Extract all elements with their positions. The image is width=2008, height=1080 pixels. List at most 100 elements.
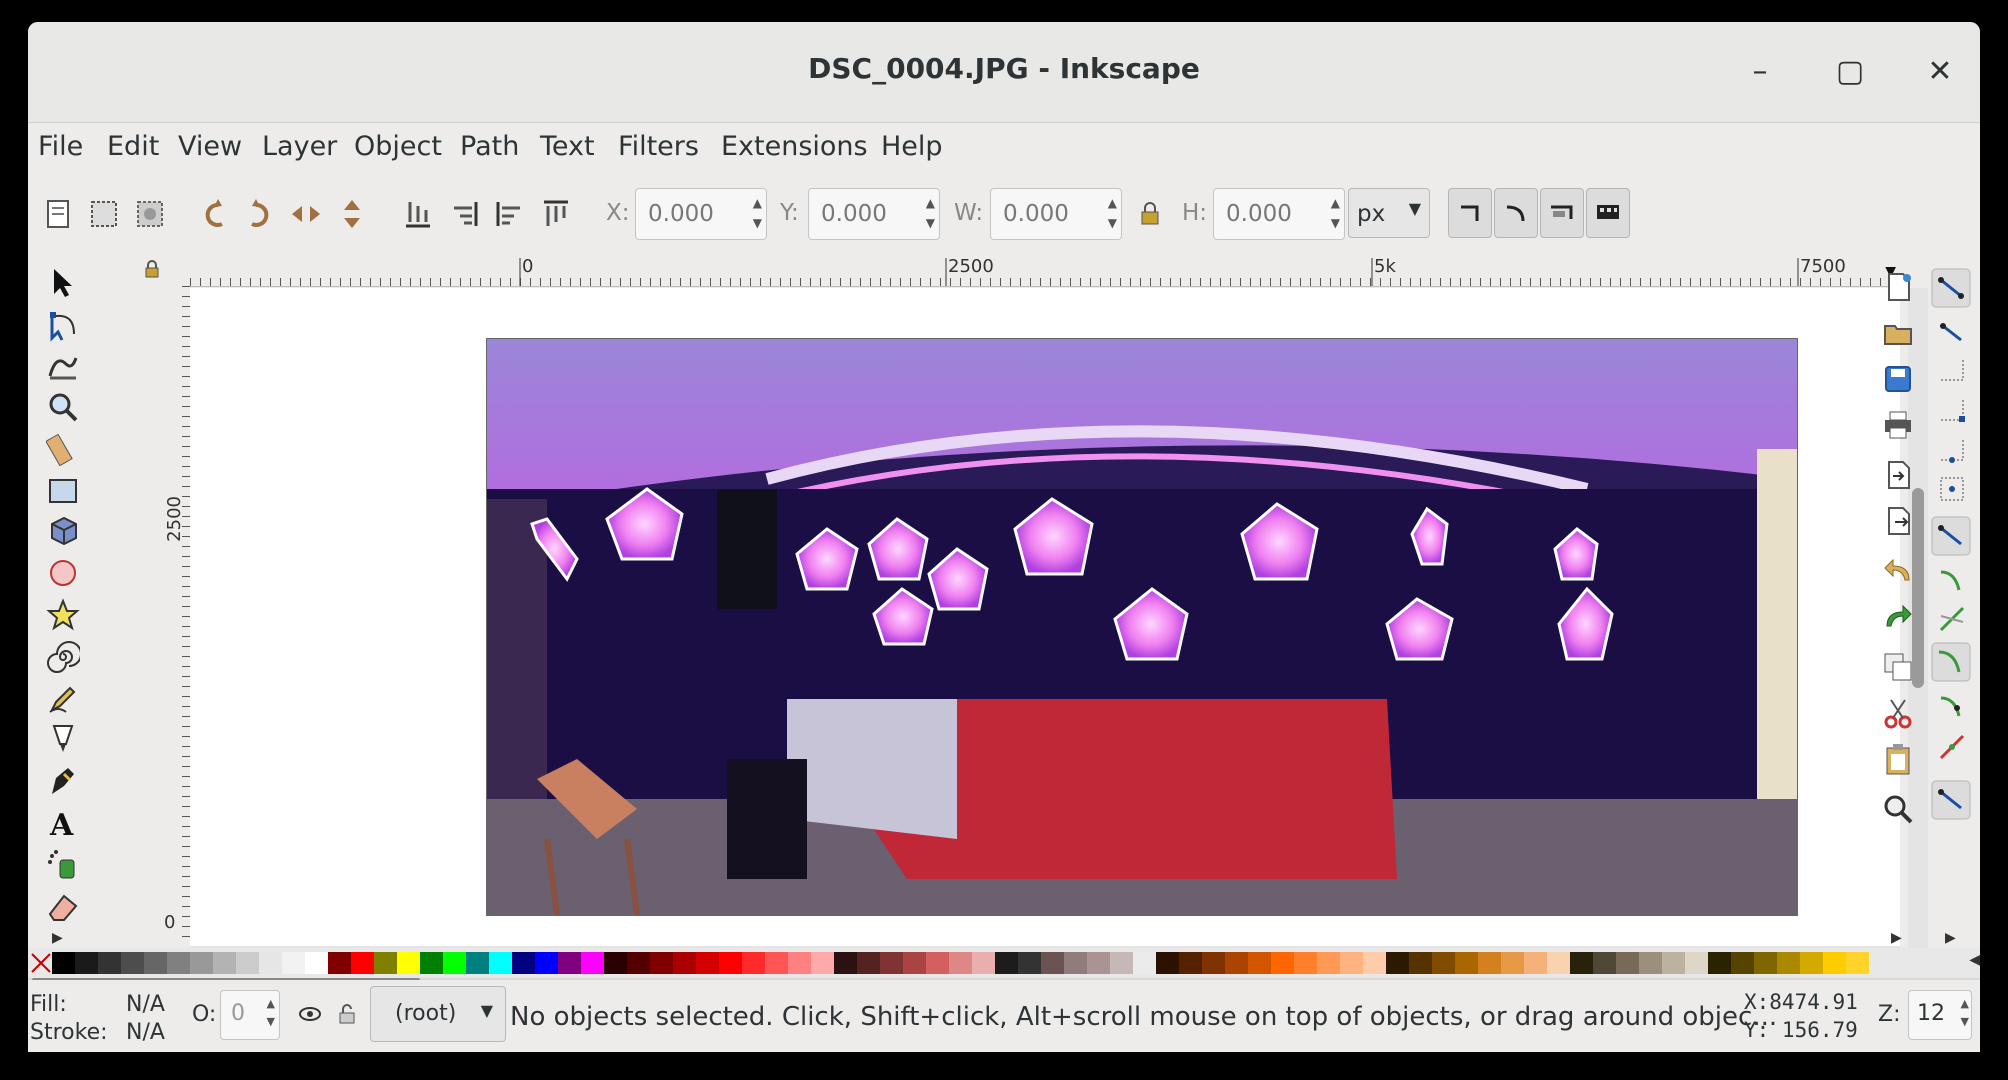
palette-swatch[interactable] <box>1800 952 1823 974</box>
palette-swatch[interactable] <box>788 952 811 974</box>
palette-swatch[interactable] <box>1409 952 1432 974</box>
transform-gradients-button[interactable] <box>1540 188 1584 238</box>
palette-swatch[interactable] <box>765 952 788 974</box>
lower-to-bottom-icon[interactable] <box>400 196 436 232</box>
palette-swatch[interactable] <box>420 952 443 974</box>
palette-swatch[interactable] <box>466 952 489 974</box>
palette-swatch[interactable] <box>811 952 834 974</box>
palette-swatch[interactable] <box>236 952 259 974</box>
layer-visibility-icon[interactable] <box>298 1002 322 1026</box>
palette-swatch[interactable] <box>167 952 190 974</box>
cut-icon[interactable] <box>1881 696 1915 730</box>
import-icon[interactable] <box>1881 458 1915 492</box>
palette-swatch[interactable] <box>1685 952 1708 974</box>
palette-swatch[interactable] <box>1524 952 1547 974</box>
palette-swatch[interactable] <box>1616 952 1639 974</box>
lock-icon[interactable] <box>1136 200 1164 228</box>
raise-to-top-icon[interactable] <box>538 196 574 232</box>
raise-icon[interactable] <box>492 196 528 232</box>
snap-bbox-icon[interactable] <box>1935 316 1969 350</box>
palette-swatch[interactable] <box>1432 952 1455 974</box>
palette-swatch[interactable] <box>857 952 880 974</box>
zoom-spinner-icon[interactable]: ▲ ▼ <box>1961 995 1969 1031</box>
palette-swatch[interactable] <box>1501 952 1524 974</box>
flip-vertical-icon[interactable] <box>334 196 370 232</box>
palette-swatch[interactable] <box>1593 952 1616 974</box>
palette-swatch[interactable] <box>1294 952 1317 974</box>
palette-swatch[interactable] <box>1041 952 1064 974</box>
palette-swatch[interactable] <box>1570 952 1593 974</box>
toolbox-more-icon[interactable]: ▶ <box>52 930 63 946</box>
zoom-selection-icon[interactable] <box>1881 792 1915 826</box>
palette-swatch[interactable] <box>351 952 374 974</box>
3d-box-tool-icon[interactable] <box>46 514 80 548</box>
maximize-button[interactable]: ▢ <box>1828 50 1872 94</box>
palette-swatch[interactable] <box>742 952 765 974</box>
transform-patterns-button[interactable] <box>1586 188 1630 238</box>
palette-swatch[interactable] <box>1248 952 1271 974</box>
new-document-icon[interactable] <box>1881 270 1915 304</box>
palette-swatch[interactable] <box>995 952 1018 974</box>
snap-nodes-icon[interactable] <box>1931 516 1971 556</box>
palette-swatch[interactable] <box>535 952 558 974</box>
palette-swatch[interactable] <box>673 952 696 974</box>
palette-swatch[interactable] <box>1271 952 1294 974</box>
palette-swatch[interactable] <box>1110 952 1133 974</box>
open-icon[interactable] <box>1881 316 1915 350</box>
zoom-tool-icon[interactable] <box>46 390 80 424</box>
snap-cusp-icon[interactable] <box>1931 642 1971 682</box>
vertical-ruler[interactable]: 2500 0 <box>160 286 190 946</box>
menu-view[interactable]: View <box>178 131 242 162</box>
palette-swatch[interactable] <box>581 952 604 974</box>
unit-select[interactable]: px ▼ <box>1348 188 1430 238</box>
palette-swatch[interactable] <box>397 952 420 974</box>
snap-more-icon[interactable]: ▶ <box>1945 930 1956 946</box>
snap-bbox-center-icon[interactable] <box>1935 472 1969 506</box>
y-spinner-icon[interactable]: ▲ ▼ <box>926 193 935 233</box>
duplicate-icon[interactable] <box>1881 650 1915 684</box>
canvas-page[interactable] <box>190 288 1900 946</box>
export-icon[interactable] <box>1881 504 1915 538</box>
embedded-photo[interactable] <box>486 338 1798 916</box>
close-button[interactable]: ✕ <box>1918 50 1962 94</box>
text-tool-icon[interactable]: A <box>46 806 80 840</box>
select-all-icon[interactable] <box>40 196 76 232</box>
spray-tool-icon[interactable] <box>46 848 80 882</box>
menu-object[interactable]: Object <box>354 131 442 162</box>
palette-swatch[interactable] <box>1455 952 1478 974</box>
palette-swatch[interactable] <box>972 952 995 974</box>
palette-swatch[interactable] <box>1478 952 1501 974</box>
palette-swatch[interactable] <box>1064 952 1087 974</box>
palette-swatch[interactable] <box>328 952 351 974</box>
snap-bbox-corner-icon[interactable] <box>1935 394 1969 428</box>
palette-swatch[interactable] <box>1340 952 1363 974</box>
palette-swatch[interactable] <box>627 952 650 974</box>
rotate-cw-icon[interactable] <box>242 196 278 232</box>
palette-swatch[interactable] <box>512 952 535 974</box>
selector-tool-icon[interactable] <box>46 266 80 300</box>
palette-swatch[interactable] <box>903 952 926 974</box>
palette-swatch[interactable] <box>1754 952 1777 974</box>
save-icon[interactable] <box>1881 362 1915 396</box>
palette-swatch[interactable] <box>696 952 719 974</box>
menu-text[interactable]: Text <box>540 131 595 162</box>
snap-bbox-midpoint-icon[interactable] <box>1935 434 1969 468</box>
palette-swatch[interactable] <box>1386 952 1409 974</box>
eraser-tool-icon[interactable] <box>46 890 80 924</box>
snap-others-icon[interactable] <box>1931 780 1971 820</box>
layer-select[interactable]: (root) ▼ <box>370 986 506 1042</box>
lower-icon[interactable] <box>446 196 482 232</box>
pen-tool-icon[interactable] <box>46 722 80 756</box>
palette-swatch[interactable] <box>98 952 121 974</box>
palette-swatch[interactable] <box>1202 952 1225 974</box>
snap-toggle-icon[interactable] <box>1931 268 1971 308</box>
palette-swatch[interactable] <box>1731 952 1754 974</box>
palette-swatch[interactable] <box>604 952 627 974</box>
palette-swatch[interactable] <box>1156 952 1179 974</box>
w-spinner-icon[interactable]: ▲ ▼ <box>1108 193 1117 233</box>
palette-swatch[interactable] <box>144 952 167 974</box>
palette-swatch[interactable] <box>489 952 512 974</box>
snap-paths-icon[interactable] <box>1935 564 1969 598</box>
palette-swatch[interactable] <box>1363 952 1386 974</box>
redo-icon[interactable] <box>1881 600 1915 634</box>
